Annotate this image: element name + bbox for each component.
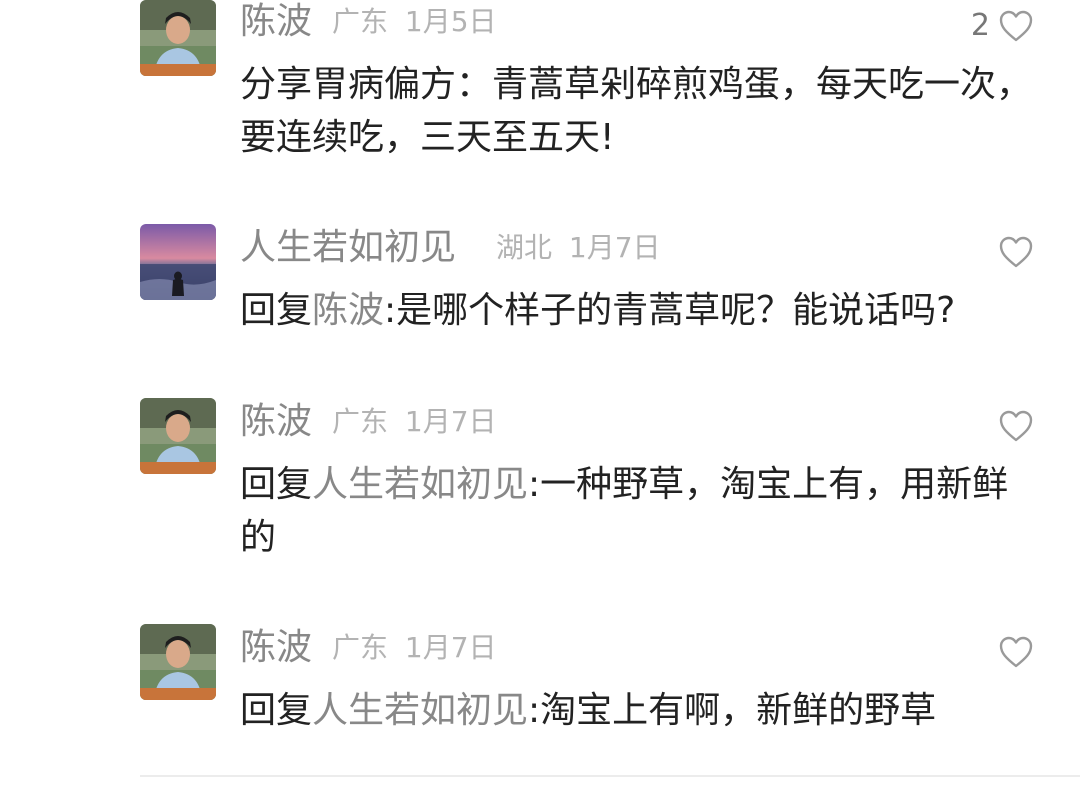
mention-link[interactable]: 陈波 <box>312 290 384 331</box>
commenter-region: 广东 <box>332 631 389 664</box>
comment-body: :是哪个样子的青蒿草呢？能说话吗? <box>384 290 956 331</box>
comment-text: 回复陈波:是哪个样子的青蒿草呢？能说话吗? <box>240 284 1040 337</box>
list-divider <box>140 775 1080 777</box>
comment-region-date: 湖北 1月7日 <box>496 226 661 270</box>
comment-text: 回复人生若如初见:淘宝上有啊，新鲜的野草 <box>240 684 1040 737</box>
user-avatar[interactable] <box>140 398 216 474</box>
commenter-region: 广东 <box>332 5 389 38</box>
commenter-name[interactable]: 陈波 <box>240 626 312 670</box>
reply-prefix: 回复 <box>240 464 313 505</box>
commenter-region: 湖北 <box>496 231 553 264</box>
sunset-beach-avatar-image <box>140 224 216 300</box>
like-control[interactable] <box>990 630 1034 674</box>
commenter-name[interactable]: 陈波 <box>240 400 312 444</box>
user-avatar[interactable] <box>140 0 216 76</box>
heart-icon[interactable] <box>998 635 1034 669</box>
like-control[interactable] <box>990 404 1034 448</box>
man-avatar-image <box>140 624 216 700</box>
heart-icon[interactable] <box>998 409 1034 443</box>
heart-icon[interactable] <box>998 9 1034 43</box>
man-avatar-image <box>140 398 216 474</box>
heart-icon[interactable] <box>998 235 1034 269</box>
comment-text: 分享胃病偏方：青蒿草剁碎煎鸡蛋，每天吃一次，要连续吃，三天至五天! <box>240 58 1040 164</box>
comment-date: 1月7日 <box>404 405 497 438</box>
comment-region-date: 广东 1月7日 <box>332 626 497 670</box>
comment-text: 回复人生若如初见:一种野草，淘宝上有，用新鲜的 <box>240 458 1040 564</box>
comment-region-date: 广东 1月7日 <box>332 400 497 444</box>
mention-link[interactable]: 人生若如初见 <box>312 464 528 505</box>
like-control[interactable] <box>990 230 1034 274</box>
mention-link[interactable]: 人生若如初见 <box>312 690 528 731</box>
commenter-region: 广东 <box>332 405 389 438</box>
comment-body: 分享胃病偏方：青蒿草剁碎煎鸡蛋，每天吃一次，要连续吃，三天至五天! <box>240 64 1033 158</box>
comment-region-date: 广东 1月5日 <box>332 0 497 44</box>
commenter-name[interactable]: 陈波 <box>240 0 312 44</box>
comment-body: :淘宝上有啊，新鲜的野草 <box>528 690 937 731</box>
comment-date: 1月7日 <box>404 631 497 664</box>
comment-date: 1月5日 <box>404 5 497 38</box>
comment-date: 1月7日 <box>568 231 661 264</box>
like-count: 2 <box>970 8 990 43</box>
commenter-name[interactable]: 人生若如初见 <box>240 226 456 270</box>
like-control[interactable]: 2 <box>971 4 1034 48</box>
reply-prefix: 回复 <box>240 290 313 331</box>
man-avatar-image <box>140 0 216 76</box>
user-avatar[interactable] <box>140 624 216 700</box>
reply-prefix: 回复 <box>240 690 313 731</box>
user-avatar[interactable] <box>140 224 216 300</box>
